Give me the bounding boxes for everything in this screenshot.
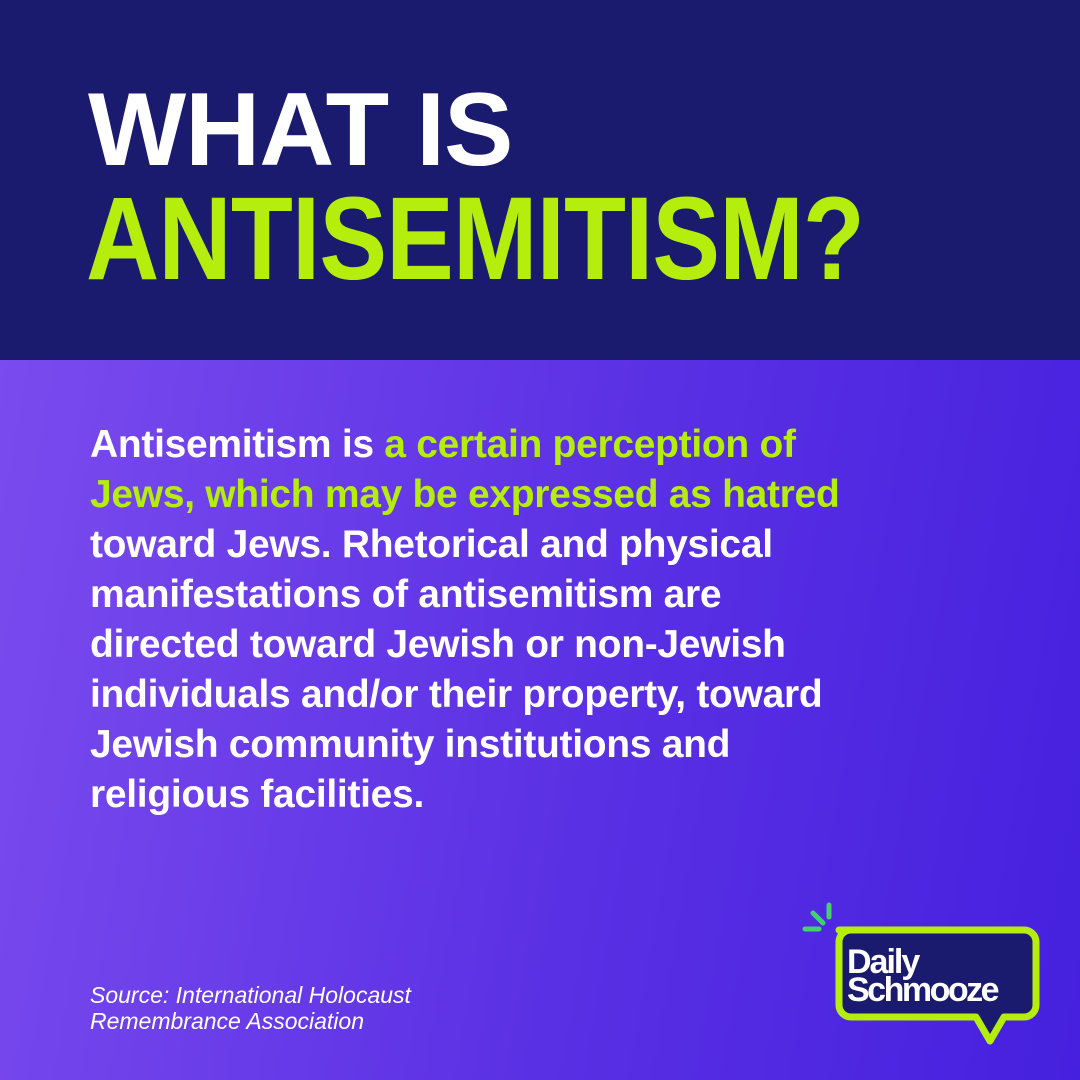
text-segment: directed toward Jewish or non-Jewish xyxy=(90,623,786,666)
definition-line: Antisemitism is a certain perception of xyxy=(90,420,839,470)
logo-text-schmooze: Schmooze xyxy=(847,971,999,1009)
daily-schmooze-logo: Daily Schmooze xyxy=(802,902,1040,1045)
definition-line: individuals and/or their property, towar… xyxy=(90,670,839,720)
definition-line: Jewish community institutions and xyxy=(90,720,839,770)
definition-line: directed toward Jewish or non-Jewish xyxy=(90,620,839,670)
text-segment: toward Jews. Rhetorical and physical xyxy=(90,523,773,566)
source-line-2: Remembrance Association xyxy=(90,1008,364,1034)
title-line-1: WHAT IS xyxy=(88,72,513,188)
definition-text: Antisemitism is a certain perception of J… xyxy=(90,420,840,820)
highlighted-text: Jews, which may be expressed as hatred xyxy=(90,473,840,516)
definition-line: religious facilities. xyxy=(90,770,839,820)
text-segment: individuals and/or their property, towar… xyxy=(90,673,823,716)
source-line-1: Source: International Holocaust xyxy=(90,982,411,1008)
title-line-2: ANTISEMITISM? xyxy=(86,173,865,305)
text-segment: religious facilities. xyxy=(90,773,424,816)
source-citation: Source: International Holocaust Remembra… xyxy=(90,982,411,1034)
definition-line: Jews, which may be expressed as hatred xyxy=(90,470,840,520)
definition-line: manifestations of antisemitism are xyxy=(90,570,839,620)
header-band: WHAT IS ANTISEMITISM? xyxy=(0,0,1080,360)
highlighted-text: a certain perception of xyxy=(384,423,796,466)
definition-line: toward Jews. Rhetorical and physical xyxy=(90,520,839,570)
text-segment: Antisemitism is xyxy=(90,423,385,466)
text-segment: manifestations of antisemitism are xyxy=(90,573,722,616)
text-segment: Jewish community institutions and xyxy=(90,723,731,766)
